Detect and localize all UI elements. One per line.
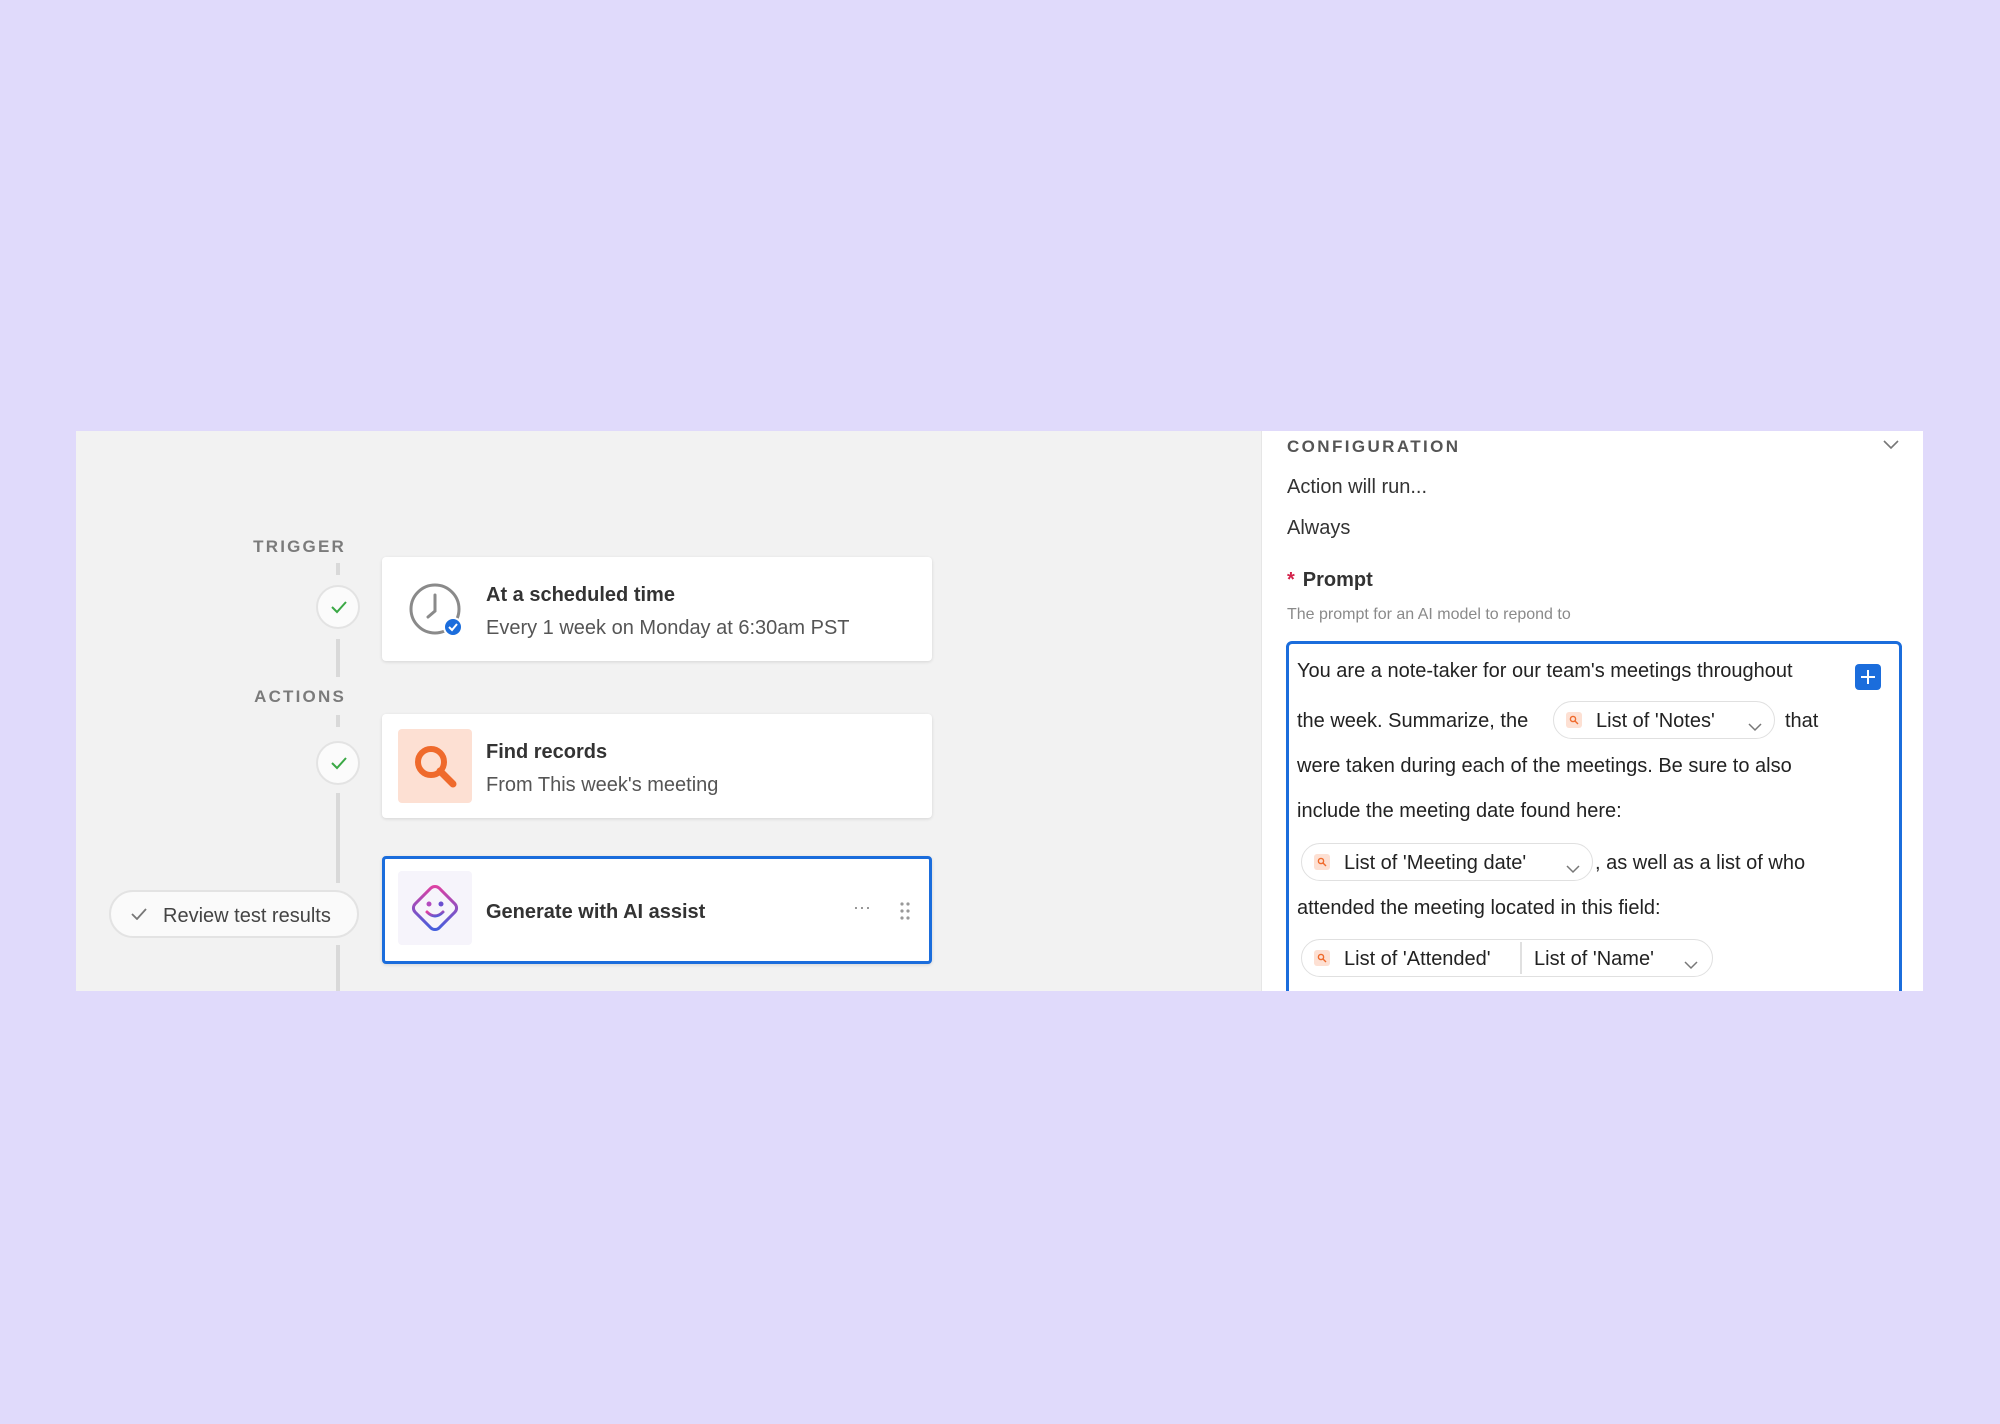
prompt-text-line: include the meeting date found here: bbox=[1297, 800, 1622, 822]
find-subtitle: From This week's meeting bbox=[486, 774, 719, 796]
drag-handle-icon[interactable] bbox=[899, 901, 911, 926]
check-icon bbox=[331, 601, 347, 614]
prompt-label: * Prompt bbox=[1287, 569, 1373, 592]
prompt-text-line: You are a note-taker for our team's meet… bbox=[1297, 660, 1793, 682]
review-test-results-button[interactable]: Review test results bbox=[109, 890, 359, 938]
connector-line bbox=[336, 639, 340, 677]
search-icon bbox=[1566, 712, 1582, 728]
run-condition-value[interactable]: Always bbox=[1287, 517, 1350, 540]
prompt-text-line: , as well as a list of who bbox=[1595, 852, 1806, 874]
connector-line bbox=[336, 563, 340, 575]
prompt-text-line: that bbox=[1785, 710, 1819, 732]
prompt-text-line: were taken during each of the meetings. … bbox=[1297, 755, 1792, 777]
prompt-editor[interactable]: You are a note-taker for our team's meet… bbox=[1286, 641, 1902, 991]
token-divider bbox=[1520, 942, 1522, 974]
actions-section-label: ACTIONS bbox=[254, 687, 346, 706]
ai-smile-icon bbox=[398, 871, 472, 945]
token-label: List of 'Name' bbox=[1534, 948, 1654, 970]
automation-editor: TRIGGER ACTIONS At a scheduled time Ever… bbox=[76, 431, 1923, 991]
chevron-down-icon bbox=[1684, 953, 1698, 976]
token-pill-notes[interactable]: List of 'Notes' bbox=[1553, 701, 1775, 739]
token-pill-attended-name[interactable]: List of 'Attended' List of 'Name' bbox=[1301, 939, 1713, 977]
insert-token-button[interactable] bbox=[1855, 664, 1881, 690]
check-icon bbox=[131, 908, 147, 920]
prompt-text-line: attended the meeting located in this fie… bbox=[1297, 897, 1661, 919]
search-icon bbox=[1314, 854, 1330, 870]
connector-line bbox=[336, 945, 340, 991]
configuration-panel: CONFIGURATION Action will run... Always … bbox=[1261, 431, 1923, 991]
token-label: List of 'Meeting date' bbox=[1344, 852, 1527, 874]
page-background: TRIGGER ACTIONS At a scheduled time Ever… bbox=[0, 0, 2000, 1424]
chevron-down-icon[interactable] bbox=[1883, 437, 1899, 455]
find-status-check bbox=[316, 741, 360, 785]
token-pill-meeting-date[interactable]: List of 'Meeting date' bbox=[1301, 843, 1593, 881]
find-records-card[interactable]: Find records From This week's meeting bbox=[382, 714, 932, 818]
clock-icon bbox=[398, 572, 472, 646]
trigger-section-label: TRIGGER bbox=[253, 537, 346, 556]
prompt-text-line: the week. Summarize, the bbox=[1297, 710, 1529, 732]
review-button-label: Review test results bbox=[163, 905, 331, 927]
ai-title: Generate with AI assist bbox=[486, 901, 706, 923]
search-icon bbox=[1314, 950, 1330, 966]
prompt-help-text: The prompt for an AI model to repond to bbox=[1287, 606, 1571, 623]
plus-icon bbox=[1861, 670, 1875, 684]
more-options-icon[interactable]: ··· bbox=[853, 897, 871, 918]
token-label: List of 'Notes' bbox=[1596, 710, 1715, 732]
search-icon bbox=[398, 729, 472, 803]
prompt-label-text: Prompt bbox=[1302, 569, 1373, 591]
run-condition-label: Action will run... bbox=[1287, 476, 1428, 498]
chevron-down-icon bbox=[1748, 715, 1762, 738]
required-marker: * bbox=[1287, 569, 1295, 591]
find-title: Find records bbox=[486, 741, 608, 763]
connector-line bbox=[336, 715, 340, 727]
trigger-card[interactable]: At a scheduled time Every 1 week on Mond… bbox=[382, 557, 932, 661]
trigger-subtitle: Every 1 week on Monday at 6:30am PST bbox=[486, 617, 850, 639]
workflow-canvas: TRIGGER ACTIONS At a scheduled time Ever… bbox=[76, 431, 1261, 991]
chevron-down-icon bbox=[1566, 857, 1580, 880]
ai-assist-card[interactable]: Generate with AI assist ··· bbox=[382, 856, 932, 964]
trigger-title: At a scheduled time bbox=[486, 584, 675, 606]
token-label: List of 'Attended' bbox=[1344, 948, 1491, 970]
connector-line bbox=[336, 793, 340, 883]
check-icon bbox=[331, 757, 347, 770]
configuration-title: CONFIGURATION bbox=[1287, 437, 1461, 456]
trigger-status-check bbox=[316, 585, 360, 629]
